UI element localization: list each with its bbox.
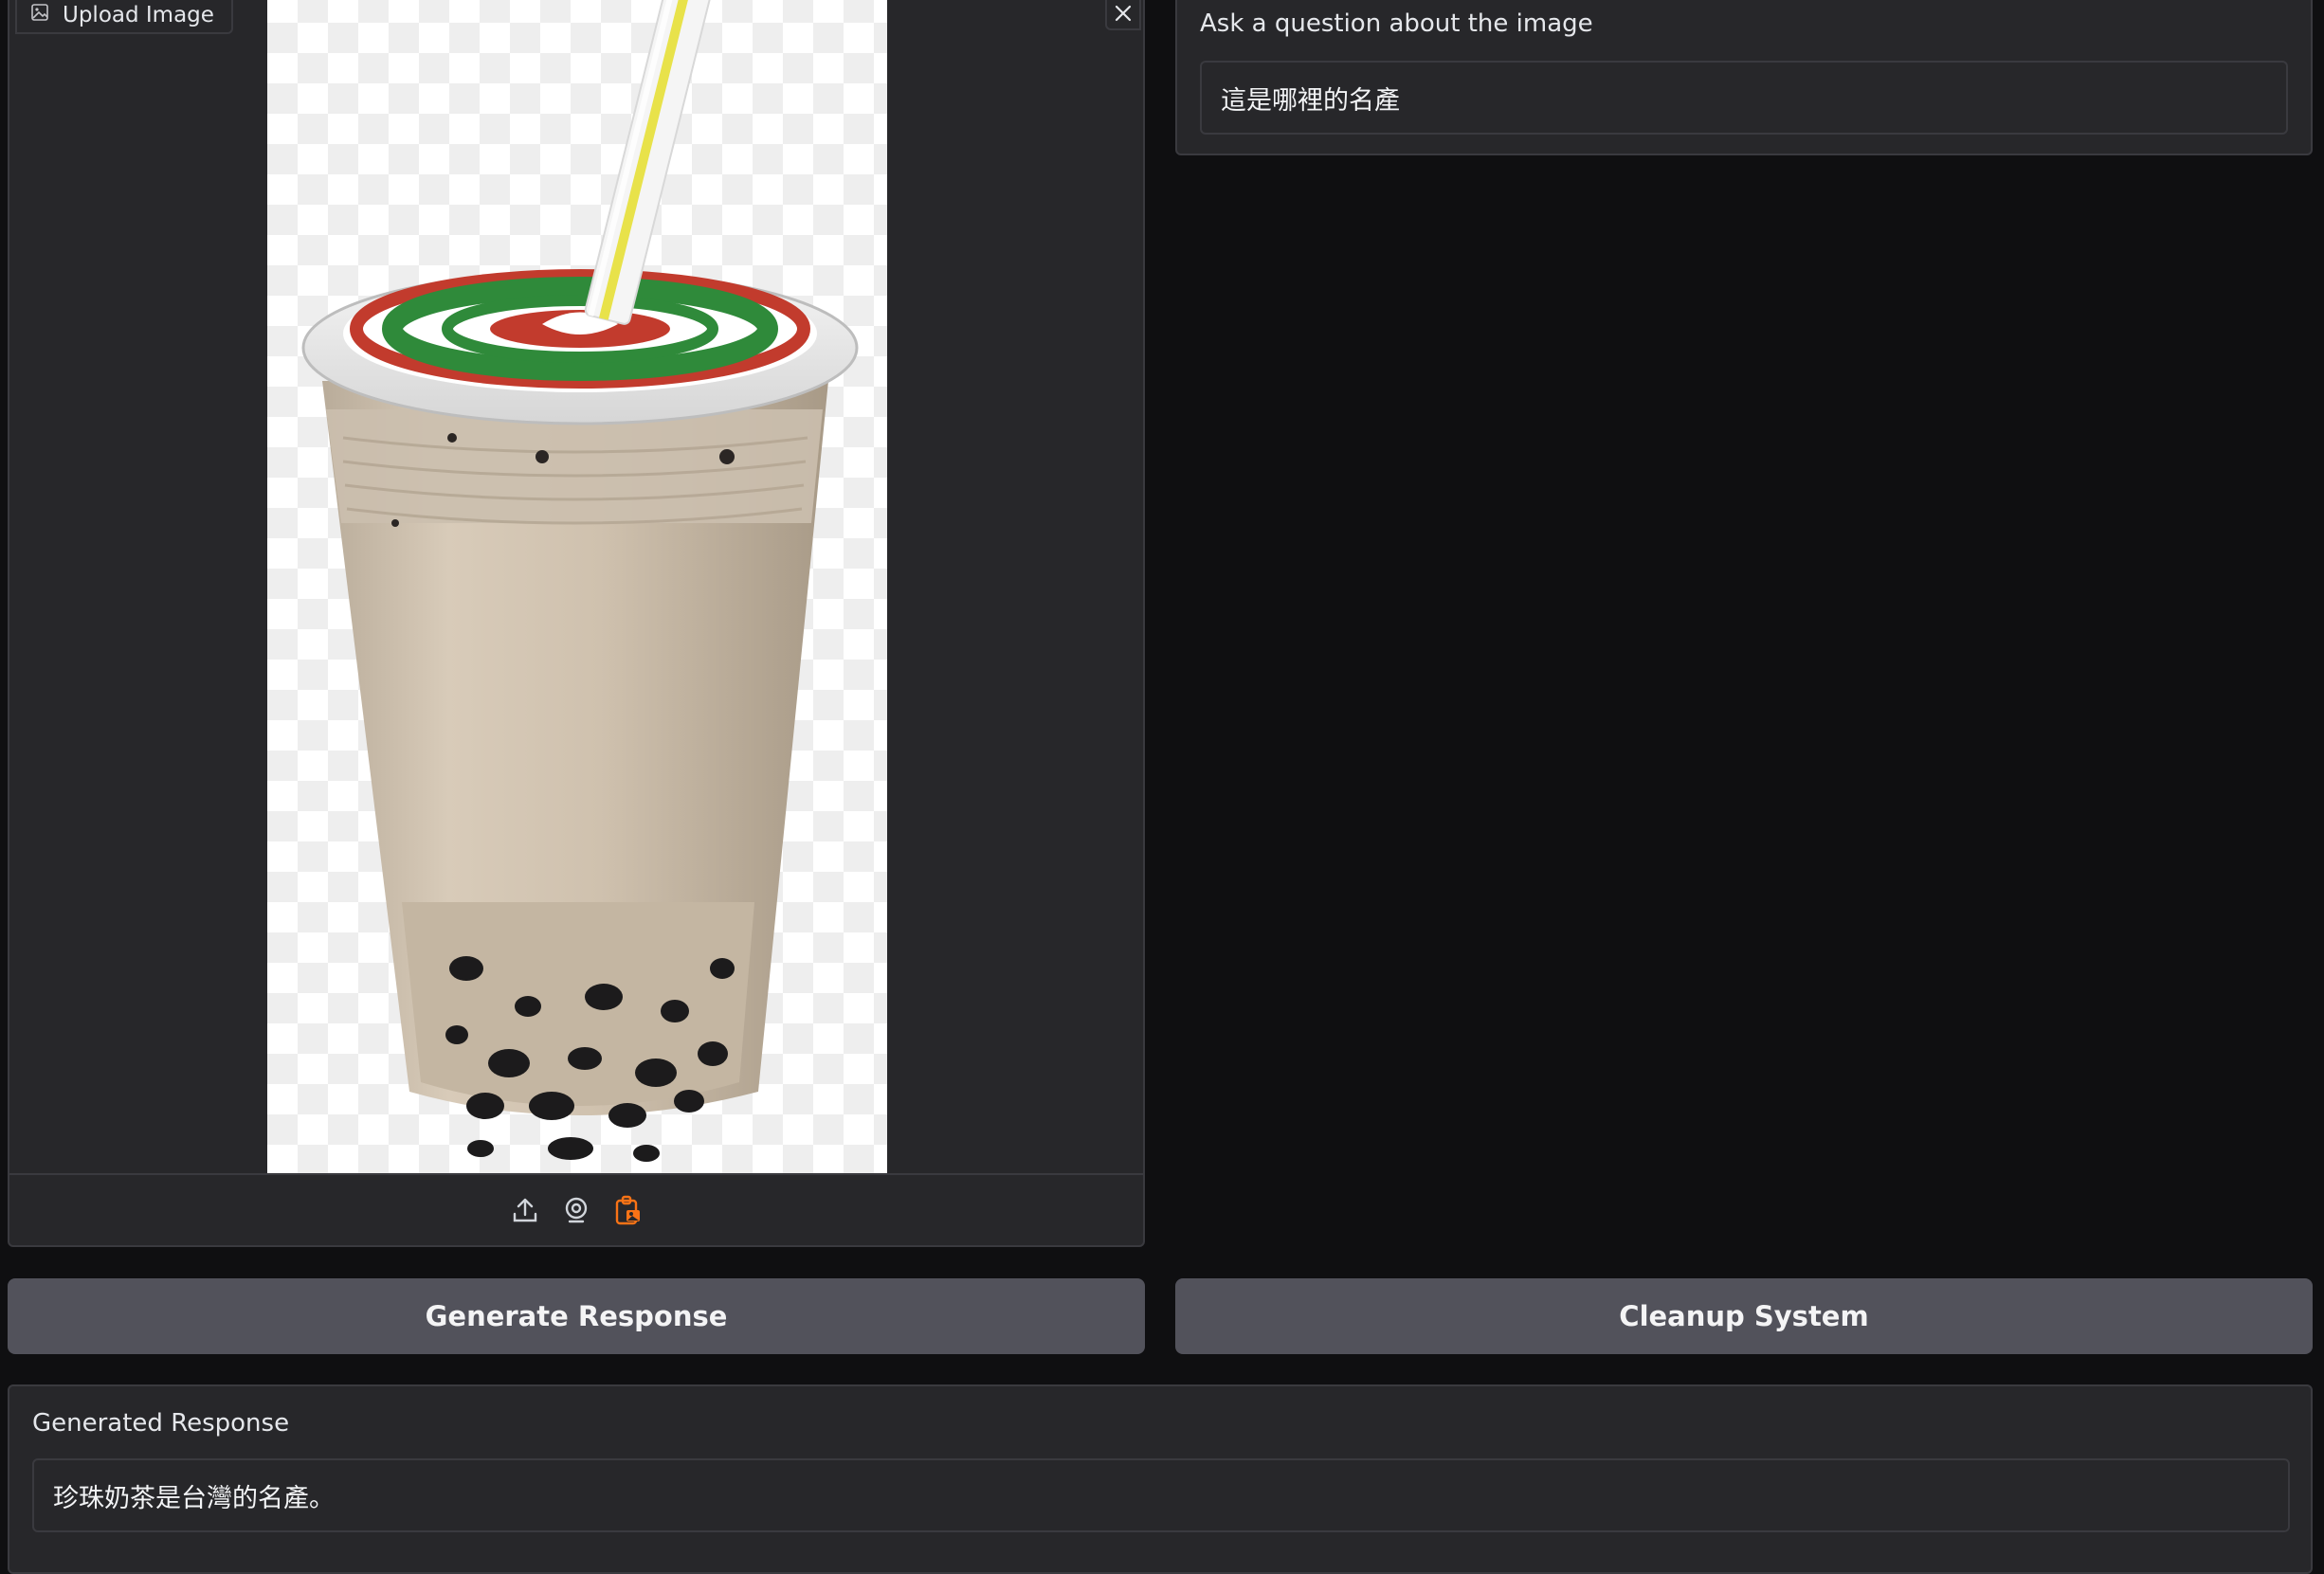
- image-source-toolbar: [9, 1173, 1143, 1245]
- response-output[interactable]: 珍珠奶茶是台灣的名產。: [32, 1458, 2290, 1532]
- image-icon: [30, 3, 49, 27]
- clipboard-icon[interactable]: [612, 1195, 643, 1225]
- image-upload-panel: Upload Image: [8, 0, 1145, 1247]
- upload-icon[interactable]: [510, 1195, 540, 1225]
- question-panel: Ask a question about the image: [1175, 0, 2313, 155]
- response-label: Generated Response: [32, 1409, 290, 1438]
- bubble-tea-illustration: [301, 0, 859, 1162]
- uploaded-image: [267, 0, 887, 1173]
- clear-image-button[interactable]: [1105, 0, 1141, 30]
- webcam-icon[interactable]: [561, 1195, 591, 1225]
- upload-image-label: Upload Image: [15, 0, 233, 34]
- close-icon: [1115, 5, 1132, 22]
- cleanup-system-button[interactable]: Cleanup System: [1175, 1278, 2313, 1354]
- generate-response-button[interactable]: Generate Response: [8, 1278, 1145, 1354]
- question-input[interactable]: [1200, 61, 2288, 135]
- upload-image-label-text: Upload Image: [63, 3, 214, 27]
- response-panel: Generated Response 珍珠奶茶是台灣的名產。: [8, 1384, 2313, 1574]
- question-label: Ask a question about the image: [1200, 9, 1593, 38]
